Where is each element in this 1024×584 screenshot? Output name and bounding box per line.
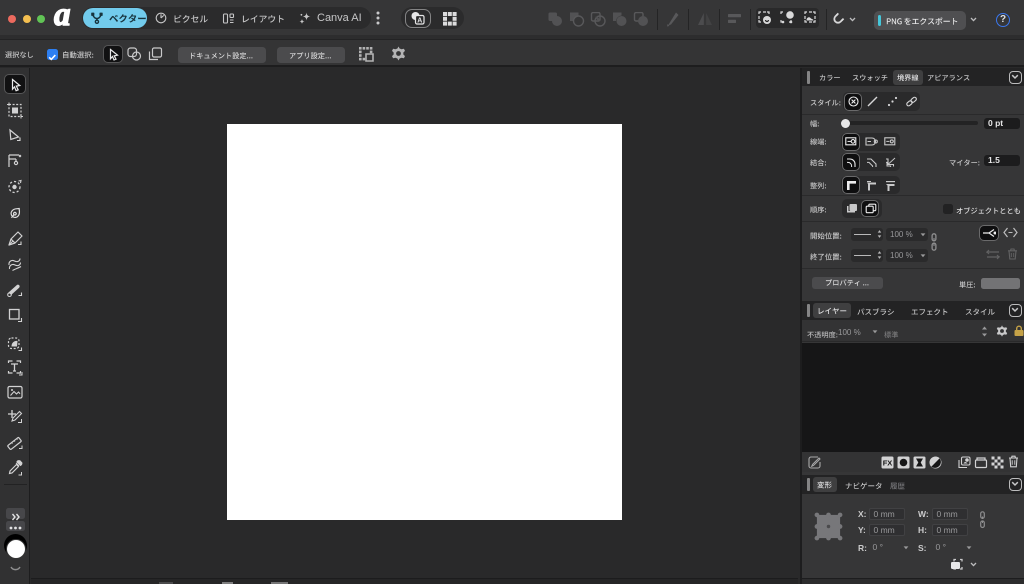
- svg-text:A: A: [417, 17, 422, 24]
- svg-text:FX: FX: [883, 458, 893, 467]
